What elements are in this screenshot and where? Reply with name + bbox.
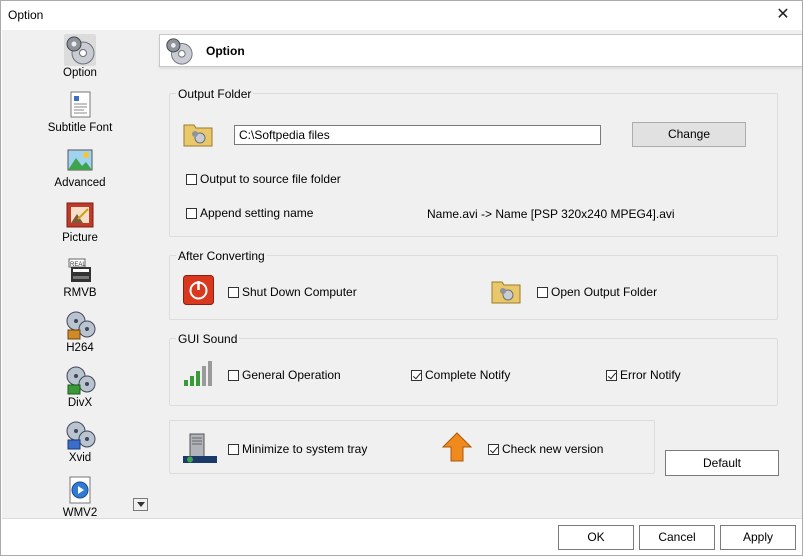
- checkbox-box[interactable]: [411, 369, 422, 381]
- film-reel-icon: [66, 421, 96, 450]
- power-icon: [183, 275, 214, 305]
- output-to-source-checkbox[interactable]: Output to source file folder: [186, 172, 341, 186]
- sidebar-item-label: WMV2: [62, 507, 98, 518]
- append-sample-text: Name.avi -> Name [PSP 320x240 MPEG4].avi: [427, 207, 675, 221]
- open-output-folder-checkbox[interactable]: Open Output Folder: [537, 285, 657, 299]
- picture-frame-icon: [66, 202, 94, 228]
- checkbox-box[interactable]: [186, 173, 197, 185]
- sidebar-scroll-down-button[interactable]: [133, 498, 148, 511]
- after-converting-group: After Converting Shut Down Computer Open…: [169, 249, 778, 320]
- close-icon[interactable]: ✕: [772, 5, 794, 25]
- sidebar-item-label: DivX: [67, 397, 93, 409]
- checkbox-label: Shut Down Computer: [242, 285, 357, 299]
- sidebar-item-option[interactable]: Option: [30, 32, 130, 84]
- checkbox-label: Minimize to system tray: [242, 442, 368, 456]
- checkbox-box[interactable]: [537, 286, 548, 298]
- output-folder-group: Output Folder C:\Softpedia files Change …: [169, 87, 778, 237]
- gui-sound-group: GUI Sound General Operation Complete Not…: [169, 332, 778, 406]
- check-new-version-checkbox[interactable]: Check new version: [488, 442, 603, 456]
- checkbox-label: Complete Notify: [425, 368, 511, 382]
- apply-button[interactable]: Apply: [720, 525, 796, 550]
- checkbox-label: Check new version: [502, 442, 604, 456]
- group-title: After Converting: [176, 249, 267, 263]
- error-notify-checkbox[interactable]: Error Notify: [606, 368, 681, 382]
- title-bar: Option ✕: [1, 1, 802, 30]
- group-title: Output Folder: [176, 87, 254, 101]
- sidebar-item-h264[interactable]: H264: [30, 307, 130, 359]
- checkbox-box[interactable]: [228, 286, 239, 298]
- sidebar-item-label: RMVB: [63, 287, 97, 299]
- checkbox-label: Output to source file folder: [200, 172, 341, 186]
- general-operation-checkbox[interactable]: General Operation: [228, 368, 341, 382]
- sidebar-item-wmv2[interactable]: WMV2: [30, 472, 130, 518]
- film-reel-icon: [66, 311, 96, 340]
- signal-bars-icon: [184, 361, 212, 386]
- subtitle-document-icon: [70, 91, 91, 118]
- option-dialog: Option ✕ Option Subtitle Font Advanced P…: [0, 0, 803, 556]
- group-title: GUI Sound: [176, 332, 240, 346]
- sidebar-item-label: Xvid: [68, 452, 92, 464]
- checkbox-label: Append setting name: [200, 206, 314, 220]
- shut-down-computer-checkbox[interactable]: Shut Down Computer: [228, 285, 357, 299]
- sidebar-item-subtitle-font[interactable]: Subtitle Font: [30, 87, 130, 139]
- gear-disc-icon: [64, 34, 96, 66]
- sidebar-item-label: H264: [66, 342, 94, 354]
- checkbox-label: Error Notify: [620, 368, 681, 382]
- real-media-icon: REAL: [68, 258, 91, 282]
- sidebar-item-xvid[interactable]: Xvid: [30, 417, 130, 469]
- sidebar-item-label: Subtitle Font: [47, 122, 113, 134]
- system-tray-icon: [183, 433, 217, 463]
- film-reel-icon: [66, 366, 96, 395]
- complete-notify-checkbox[interactable]: Complete Notify: [411, 368, 510, 382]
- page-title: Option: [206, 44, 245, 58]
- gear-disc-icon: [166, 38, 193, 65]
- output-path-input[interactable]: C:\Softpedia files: [234, 125, 601, 145]
- checkbox-label: General Operation: [242, 368, 341, 382]
- page-header: Option: [159, 34, 802, 67]
- checkbox-box[interactable]: [186, 207, 197, 219]
- sidebar-item-picture[interactable]: Picture: [30, 197, 130, 249]
- windows-media-icon: [69, 476, 91, 504]
- misc-options-group: Minimize to system tray Check new versio…: [169, 420, 655, 474]
- checkbox-box[interactable]: [228, 443, 239, 455]
- checkbox-box[interactable]: [606, 369, 617, 381]
- change-button[interactable]: Change: [632, 122, 746, 147]
- sidebar-item-label: Advanced: [54, 177, 106, 189]
- sidebar-item-label: Picture: [62, 232, 98, 244]
- checkbox-box[interactable]: [488, 443, 499, 455]
- folder-icon: [491, 281, 521, 304]
- sidebar-item-divx[interactable]: DivX: [30, 362, 130, 414]
- sidebar-item-label: Option: [63, 67, 97, 79]
- sidebar: Option Subtitle Font Advanced Picture RE…: [2, 30, 154, 518]
- landscape-image-icon: [67, 149, 93, 171]
- minimize-to-tray-checkbox[interactable]: Minimize to system tray: [228, 442, 367, 456]
- cancel-button[interactable]: Cancel: [639, 525, 715, 550]
- dialog-footer: OK Cancel Apply: [2, 518, 802, 555]
- window-title: Option: [8, 8, 44, 22]
- checkbox-box[interactable]: [228, 369, 239, 381]
- dialog-client: Option Subtitle Font Advanced Picture RE…: [2, 30, 802, 518]
- sidebar-item-rmvb[interactable]: REAL RMVB: [30, 252, 130, 304]
- checkbox-label: Open Output Folder: [551, 285, 658, 299]
- upgrade-arrow-icon: [442, 432, 472, 462]
- ok-button[interactable]: OK: [558, 525, 634, 550]
- append-setting-name-checkbox[interactable]: Append setting name: [186, 206, 313, 220]
- default-button[interactable]: Default: [665, 450, 779, 476]
- sidebar-item-advanced[interactable]: Advanced: [30, 142, 130, 194]
- folder-icon: [183, 124, 213, 147]
